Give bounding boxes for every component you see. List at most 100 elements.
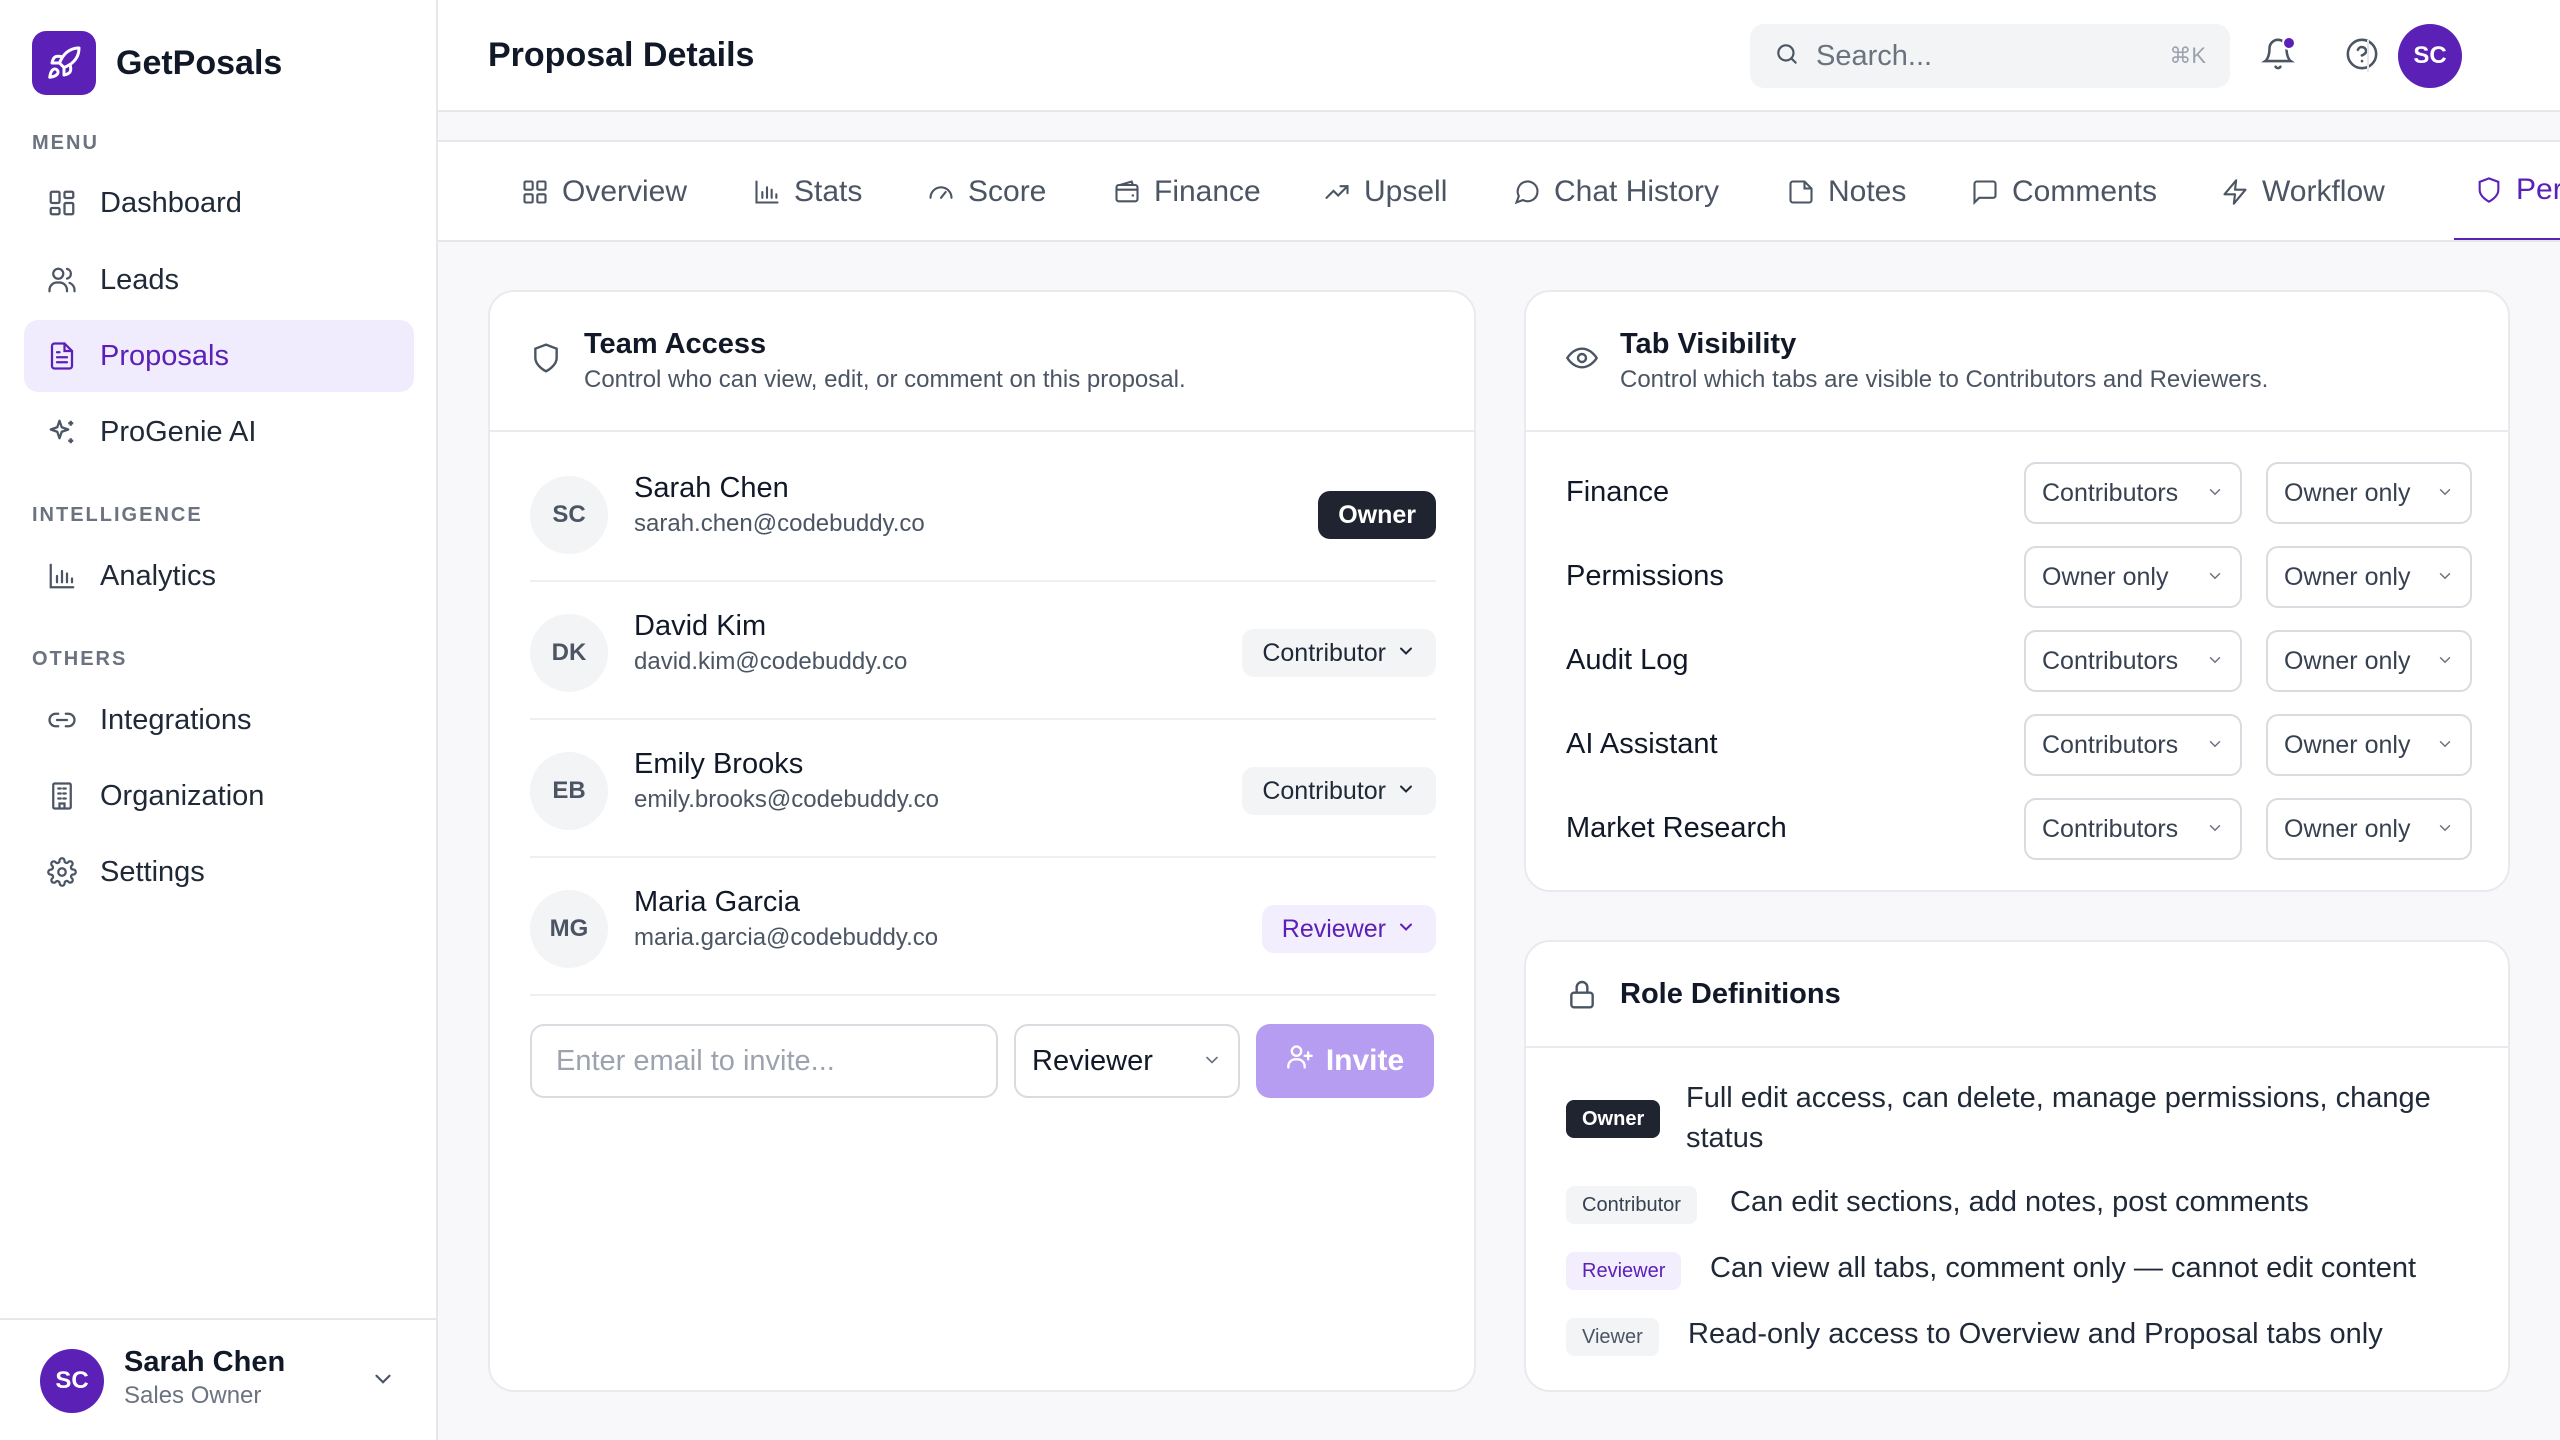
user-profile-menu[interactable]: SC Sarah Chen Sales Owner [0,1318,436,1440]
visibility-row: Audit Log Contributors Owner only [1566,630,2472,696]
avatar: MG [530,890,608,968]
role-label: Owner [1338,500,1416,529]
chevron-down-icon [2436,563,2454,592]
sidebar-item-label: Leads [100,263,180,296]
contributors-visibility-select[interactable]: Owner only [2024,546,2242,608]
bar-chart-icon [752,177,782,207]
help-button[interactable] [2340,34,2384,78]
contributors-visibility-select[interactable]: Contributors [2024,798,2242,860]
notifications-button[interactable] [2256,34,2300,78]
lock-icon [1566,978,1598,1015]
select-value: Owner only [2042,562,2169,591]
tab-visibility-header: Tab Visibility Control which tabs are vi… [1526,292,2508,432]
dashboard-icon [44,185,80,221]
sidebar-item-analytics[interactable]: Analytics [24,540,414,612]
section-label-others: OTHERS [32,648,128,670]
link-icon [44,702,80,738]
bar-chart-icon [44,558,80,594]
tab-score[interactable]: Score [926,142,1046,240]
tab-permissions[interactable]: Permissions [2454,142,2560,240]
avatar: SC [40,1349,104,1413]
avatar[interactable]: SC [2398,24,2462,88]
role-select[interactable]: Contributor [1242,629,1436,677]
chevron-down-icon [2206,647,2224,676]
contributors-visibility-select[interactable]: Contributors [2024,714,2242,776]
avatar: SC [530,476,608,554]
role-definitions-card: Role Definitions Owner Full edit access,… [1524,940,2510,1392]
chevron-down-icon [2206,815,2224,844]
chevron-down-icon [2436,479,2454,508]
chevron-down-icon [2206,731,2224,760]
sparkles-icon [44,414,80,450]
reviewers-visibility-select[interactable]: Owner only [2266,714,2472,776]
member-email: david.kim@codebuddy.co [634,648,908,675]
visibility-tab-name: Market Research [1566,812,1787,844]
chevron-down-icon [2206,479,2224,508]
card-subtitle: Control which tabs are visible to Contri… [1620,366,2269,393]
building-icon [44,778,80,814]
sidebar-item-progenie-ai[interactable]: ProGenie AI [24,396,414,468]
reviewers-visibility-select[interactable]: Owner only [2266,798,2472,860]
select-value: Owner only [2284,646,2411,675]
search-input[interactable]: Search... ⌘K [1750,24,2230,88]
invite-role-value: Reviewer [1032,1044,1153,1077]
sidebar-item-settings[interactable]: Settings [24,836,414,908]
tab-label: Upsell [1364,175,1448,208]
team-member-row: MG Maria Garcia maria.garcia@codebuddy.c… [530,858,1436,996]
wallet-icon [1112,177,1142,207]
chevron-down-icon [2206,563,2224,592]
reviewers-visibility-select[interactable]: Owner only [2266,630,2472,692]
invite-button[interactable]: Invite [1256,1024,1434,1098]
role-select[interactable]: Contributor [1242,767,1436,815]
team-access-header: Team Access Control who can view, edit, … [490,292,1474,432]
card-title: Tab Visibility [1620,328,1797,360]
tab-chat-history[interactable]: Chat History [1512,142,1719,240]
reviewers-visibility-select[interactable]: Owner only [2266,546,2472,608]
tab-comments[interactable]: Comments [1970,142,2157,240]
role-definition-row: Contributor Can edit sections, add notes… [1566,1182,2486,1226]
contributors-visibility-select[interactable]: Contributors [2024,630,2242,692]
sidebar-item-dashboard[interactable]: Dashboard [24,167,414,239]
role-badge-contributor: Contributor [1566,1186,1697,1224]
team-member-row: DK David Kim david.kim@codebuddy.co Cont… [530,582,1436,720]
shield-icon [2474,175,2504,205]
user-name: Sarah Chen [124,1346,286,1378]
tab-workflow[interactable]: Workflow [2220,142,2385,240]
chevron-down-icon [370,1366,396,1397]
brand[interactable]: GetPosals [32,31,282,95]
tab-stats[interactable]: Stats [752,142,862,240]
visibility-row: Market Research Contributors Owner only [1566,798,2472,864]
lightning-icon [2220,177,2250,207]
invite-role-select[interactable]: Reviewer [1014,1024,1240,1098]
reviewers-visibility-select[interactable]: Owner only [2266,462,2472,524]
gauge-icon [926,177,956,207]
sidebar-item-label: Integrations [100,703,252,736]
role-badge-viewer: Viewer [1566,1318,1659,1356]
grid-icon [520,177,550,207]
visibility-row: Finance Contributors Owner only [1566,462,2472,528]
sidebar-item-integrations[interactable]: Integrations [24,684,414,756]
tab-notes[interactable]: Notes [1786,142,1906,240]
role-select[interactable]: Reviewer [1261,905,1436,953]
invite-email-input[interactable] [530,1024,998,1098]
top-header: Proposal Details Search... ⌘K SC [438,0,2560,112]
role-label: Contributor [1262,776,1386,805]
team-member-row: EB Emily Brooks emily.brooks@codebuddy.c… [530,720,1436,858]
select-value: Contributors [2042,478,2179,507]
comment-icon [1970,177,2000,207]
member-name: Sarah Chen [634,472,789,504]
chevron-down-icon [2436,815,2454,844]
tab-overview[interactable]: Overview [520,142,687,240]
sidebar-item-organization[interactable]: Organization [24,760,414,832]
tab-finance[interactable]: Finance [1112,142,1261,240]
tab-upsell[interactable]: Upsell [1322,142,1448,240]
brand-name: GetPosals [116,43,283,82]
help-icon [2345,37,2379,76]
header-divider [2367,40,2369,72]
select-value: Owner only [2284,814,2411,843]
contributors-visibility-select[interactable]: Contributors [2024,462,2242,524]
proposal-tabs: Overview Stats Score Finance Upsell Chat… [438,140,2560,242]
sidebar-item-leads[interactable]: Leads [24,244,414,316]
note-icon [1786,177,1816,207]
sidebar-item-proposals[interactable]: Proposals [24,320,414,392]
